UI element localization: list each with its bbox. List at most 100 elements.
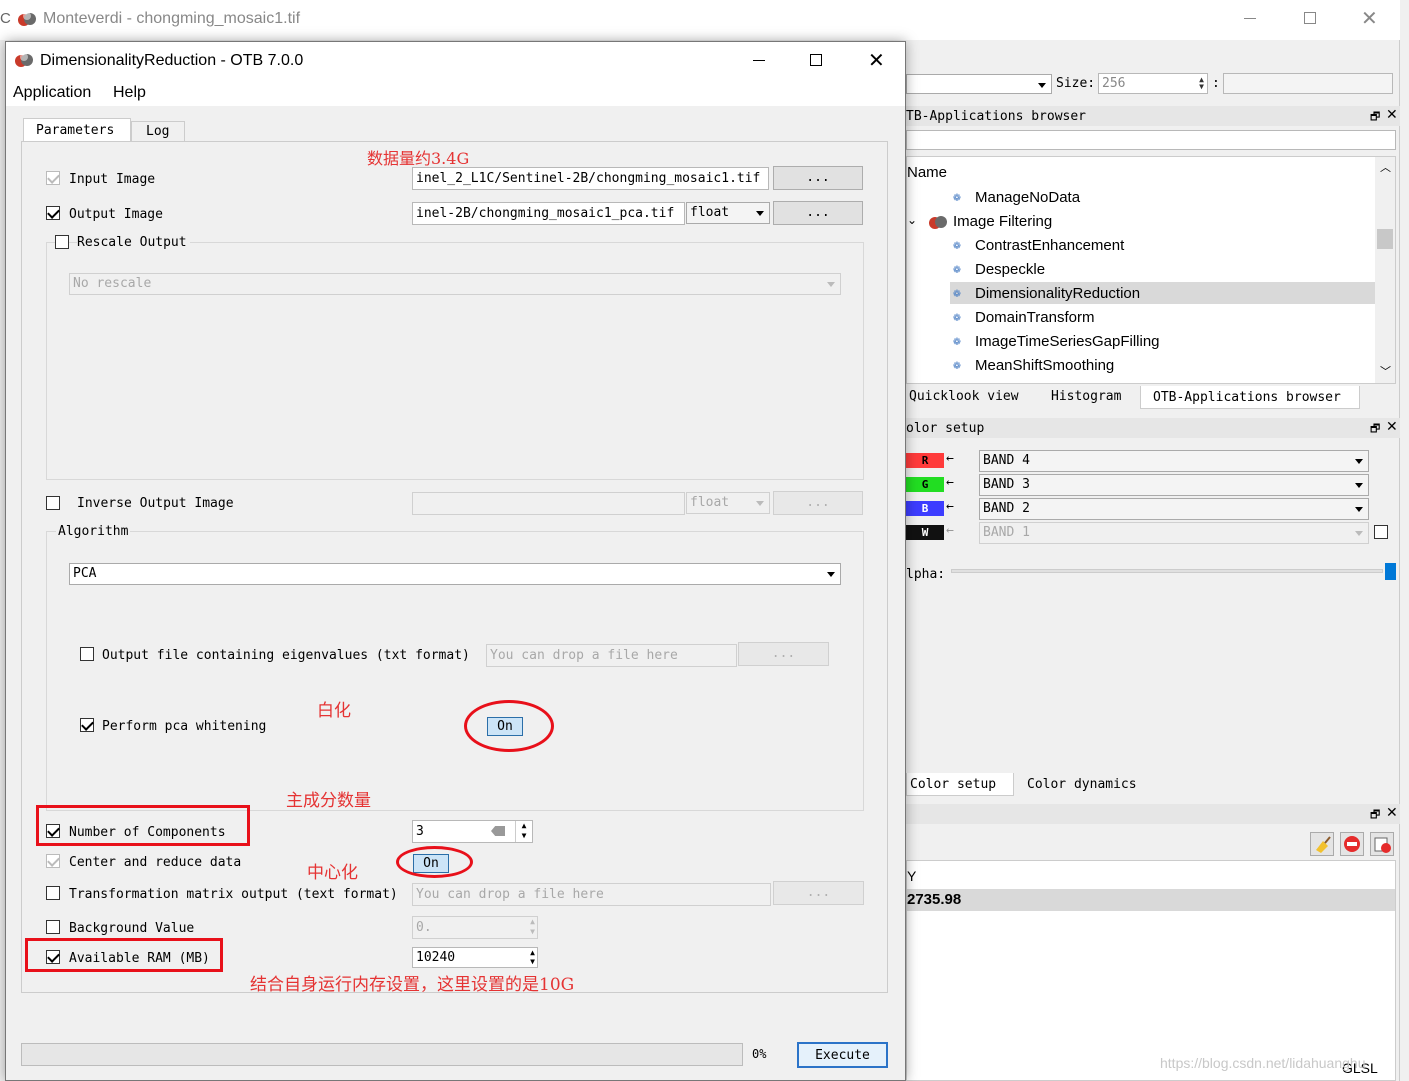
transform-matrix-field[interactable]: You can drop a file here: [412, 883, 771, 906]
apps-tree[interactable]: Name ❁ ManageNoData ⌄ Image Filtering ❁ …: [906, 156, 1396, 384]
chevron-down-icon[interactable]: ⌄: [907, 213, 917, 227]
pixel-row[interactable]: 2735.98: [907, 889, 1395, 911]
menu-application[interactable]: Application: [13, 84, 91, 102]
main-minimize-button[interactable]: [1244, 18, 1256, 19]
scroll-thumb[interactable]: [1377, 229, 1393, 249]
dock-close-icon[interactable]: ✕: [1386, 106, 1398, 123]
tab-histogram[interactable]: Histogram: [1051, 389, 1121, 404]
pixel-table[interactable]: Y 2735.98: [906, 860, 1396, 1081]
dialog-minimize-button[interactable]: [753, 60, 765, 61]
float-icon[interactable]: 🗗: [1370, 420, 1380, 439]
apps-search-input[interactable]: [906, 130, 1396, 150]
tree-item[interactable]: ImageTimeSeriesGapFilling: [975, 333, 1160, 350]
band-select-w[interactable]: BAND 1: [979, 522, 1369, 544]
inverse-output-field[interactable]: [412, 492, 685, 515]
band-swatch-w: W: [906, 525, 944, 540]
tree-item[interactable]: MeanShiftSmoothing: [975, 357, 1114, 374]
clear-icon[interactable]: [1310, 832, 1334, 856]
band-select-g[interactable]: BAND 3: [979, 474, 1369, 496]
dialog-close-button[interactable]: ✕: [868, 48, 885, 73]
main-close-button[interactable]: ✕: [1361, 6, 1378, 31]
alpha-slider-handle[interactable]: [1385, 563, 1396, 580]
band-select-r[interactable]: BAND 4: [979, 450, 1369, 472]
tree-item[interactable]: ContrastEnhancement: [975, 237, 1124, 254]
color-dock-tabs: Color setup Color dynamics: [906, 773, 1206, 796]
eigen-output-checkbox[interactable]: [80, 647, 94, 661]
main-maximize-button[interactable]: [1304, 12, 1316, 24]
input-image-label: Input Image: [69, 172, 156, 187]
center-reduce-checkbox[interactable]: [46, 854, 60, 868]
tree-item[interactable]: DimensionalityReduction: [975, 285, 1140, 302]
input-image-browse-button[interactable]: ...: [773, 166, 863, 190]
eigen-output-browse-button[interactable]: ...: [738, 642, 829, 666]
tab-apps-browser[interactable]: OTB-Applications browser: [1140, 386, 1360, 409]
arrow-left-icon: ←: [946, 451, 954, 466]
transform-matrix-checkbox[interactable]: [46, 886, 60, 900]
tab-parameters[interactable]: Parameters: [23, 118, 131, 142]
algorithm-select[interactable]: PCA: [69, 563, 841, 585]
color-setup-dock: olor setup 🗗 ✕ R ← BAND 4 G ← BAND 3 B ←…: [906, 418, 1400, 796]
layer-combo[interactable]: [906, 74, 1052, 94]
gear-icon: ❁: [953, 238, 961, 253]
rescale-output-checkbox[interactable]: [55, 235, 69, 249]
inverse-output-browse-button[interactable]: ...: [773, 491, 863, 515]
alpha-slider-track[interactable]: [951, 569, 1383, 573]
progress-percent: 0%: [752, 1047, 767, 1061]
dialog-maximize-button[interactable]: [810, 54, 822, 66]
tab-color-setup[interactable]: Color setup: [906, 773, 1014, 796]
tab-quicklook[interactable]: Quicklook view: [909, 389, 1019, 404]
layer-remove-icon[interactable]: [1370, 832, 1394, 856]
center-highlight-ellipse: [396, 846, 473, 878]
main-app-icon: [18, 11, 36, 27]
rescale-mode-select[interactable]: No rescale: [69, 273, 841, 295]
dock-close-icon[interactable]: ✕: [1386, 804, 1398, 821]
spin-arrows-icon[interactable]: ▲ ▼: [530, 917, 535, 937]
grayscale-checkbox[interactable]: [1374, 525, 1388, 539]
whitening-highlight-ellipse: [464, 700, 554, 752]
transform-matrix-browse-button[interactable]: ...: [773, 881, 864, 905]
dock-close-icon[interactable]: ✕: [1386, 418, 1398, 435]
scroll-down-icon[interactable]: ﹀: [1380, 363, 1391, 379]
tree-category[interactable]: Image Filtering: [953, 213, 1052, 230]
tab-color-dynamics[interactable]: Color dynamics: [1027, 777, 1137, 792]
float-icon[interactable]: 🗗: [1370, 108, 1380, 127]
spin-arrows-icon[interactable]: ▲ ▼: [1199, 76, 1204, 91]
inverse-type-select[interactable]: float: [686, 492, 770, 514]
tree-scrollbar[interactable]: ︿ ﹀: [1375, 157, 1395, 383]
inverse-output-label: Inverse Output Image: [77, 496, 234, 511]
eigen-output-field[interactable]: You can drop a file here: [486, 644, 737, 667]
center-reduce-label: Center and reduce data: [69, 855, 242, 870]
band-select-b[interactable]: BAND 2: [979, 498, 1369, 520]
tree-item[interactable]: DomainTransform: [975, 309, 1094, 326]
whitening-checkbox[interactable]: [80, 718, 94, 732]
size-spinbox[interactable]: 256 ▲ ▼: [1098, 73, 1208, 94]
input-image-checkbox[interactable]: [46, 171, 60, 185]
float-icon[interactable]: 🗗: [1370, 806, 1380, 825]
tab-log[interactable]: Log: [131, 121, 185, 142]
clear-input-icon[interactable]: [491, 826, 505, 836]
spin-arrows-icon[interactable]: ▲ ▼: [530, 948, 535, 966]
execute-button[interactable]: Execute: [797, 1042, 888, 1068]
band-swatch-g: G: [906, 477, 944, 492]
algorithm-label: Algorithm: [56, 524, 131, 539]
components-spinbox[interactable]: 3 ▲ ▼: [412, 820, 533, 843]
ram-spinbox[interactable]: 10240 ▲ ▼: [412, 947, 538, 968]
apps-browser-dock: TB-Applications browser 🗗 ✕ Name ❁ Manag…: [906, 106, 1400, 409]
scroll-up-icon[interactable]: ︿: [1380, 159, 1391, 175]
menu-bar: Application Help: [6, 80, 905, 106]
tree-item[interactable]: ManageNoData: [975, 189, 1080, 206]
output-image-checkbox[interactable]: [46, 206, 60, 220]
background-value-spinbox[interactable]: 0. ▲ ▼: [412, 916, 538, 939]
inverse-output-checkbox[interactable]: [46, 496, 60, 510]
tree-item[interactable]: Despeckle: [975, 261, 1045, 278]
output-type-select[interactable]: float: [686, 202, 770, 224]
spin-arrows-icon[interactable]: ▲ ▼: [515, 821, 532, 842]
output-image-field[interactable]: inel-2B/chongming_mosaic1_pca.tif: [412, 202, 685, 225]
menu-help[interactable]: Help: [113, 84, 146, 102]
output-image-browse-button[interactable]: ...: [773, 201, 863, 225]
tree-column-header: Name: [907, 164, 948, 181]
input-image-field[interactable]: inel_2_L1C/Sentinel-2B/chongming_mosaic1…: [412, 167, 769, 190]
stop-icon[interactable]: [1340, 832, 1364, 856]
extra-field[interactable]: [1223, 73, 1393, 94]
background-value-checkbox[interactable]: [46, 920, 60, 934]
